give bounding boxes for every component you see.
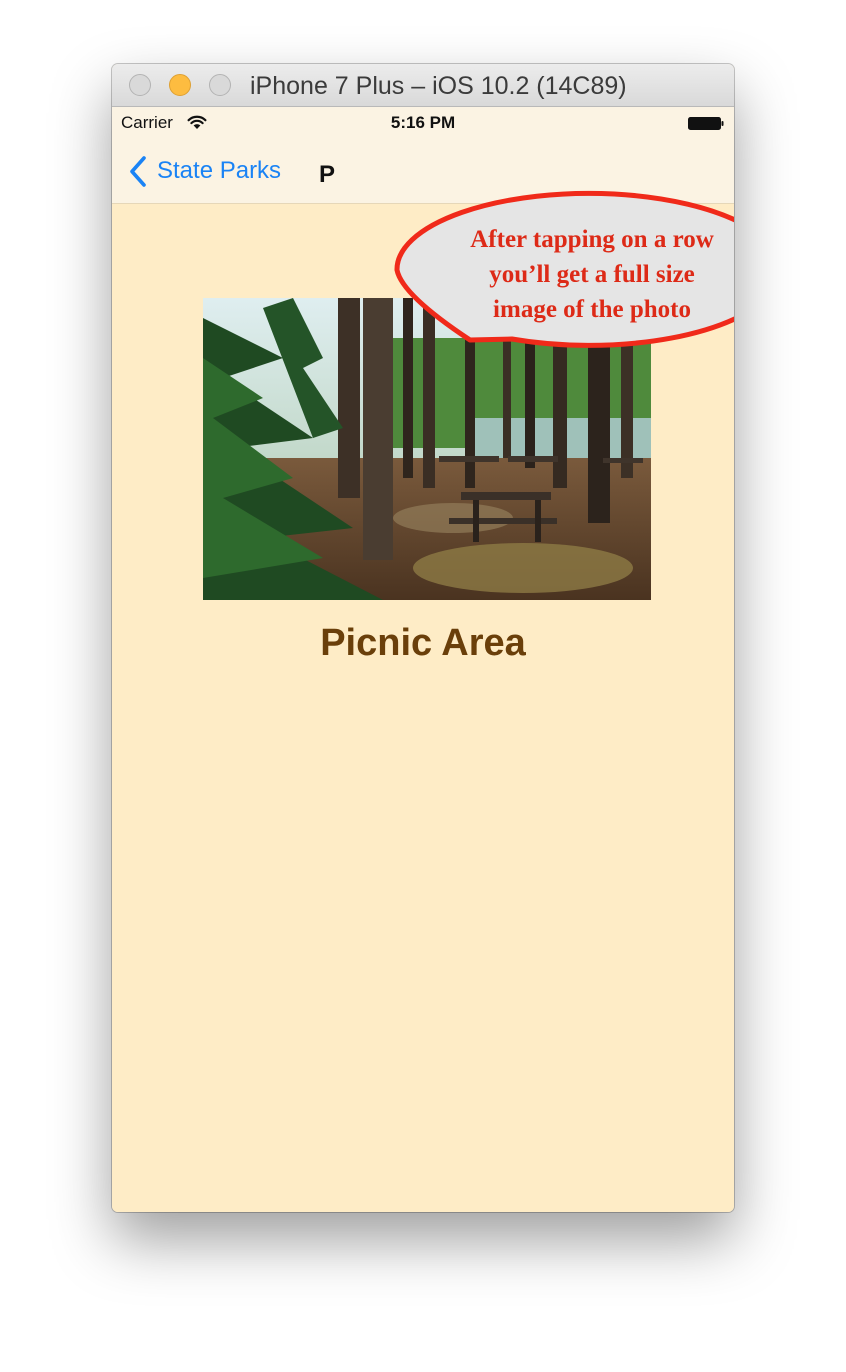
photo-caption: Picnic Area bbox=[320, 622, 526, 664]
back-button-label: State Parks bbox=[157, 157, 282, 184]
callout-text: After tapping on a row you’ll get a full… bbox=[422, 222, 734, 327]
minimize-window-button[interactable] bbox=[169, 74, 191, 96]
back-button[interactable]: State Parks bbox=[128, 153, 281, 189]
callout-line: image of the photo bbox=[493, 296, 691, 323]
close-window-button[interactable] bbox=[129, 74, 151, 96]
zoom-window-button[interactable] bbox=[209, 74, 231, 96]
battery-icon bbox=[688, 117, 724, 130]
status-bar: Carrier 5:16 PM bbox=[112, 107, 734, 139]
status-time: 5:16 PM bbox=[390, 113, 456, 132]
window-title: iPhone 7 Plus – iOS 10.2 (14C89) bbox=[250, 72, 627, 100]
chevron-left-icon bbox=[130, 155, 146, 187]
callout-line: you’ll get a full size bbox=[489, 261, 695, 288]
callout-line: After tapping on a row bbox=[470, 226, 714, 253]
simulator-window: iPhone 7 Plus – iOS 10.2 (14C89) Carrier… bbox=[112, 64, 734, 1212]
nav-title: P bbox=[319, 161, 336, 188]
window-title-bar[interactable]: iPhone 7 Plus – iOS 10.2 (14C89) bbox=[112, 64, 734, 107]
